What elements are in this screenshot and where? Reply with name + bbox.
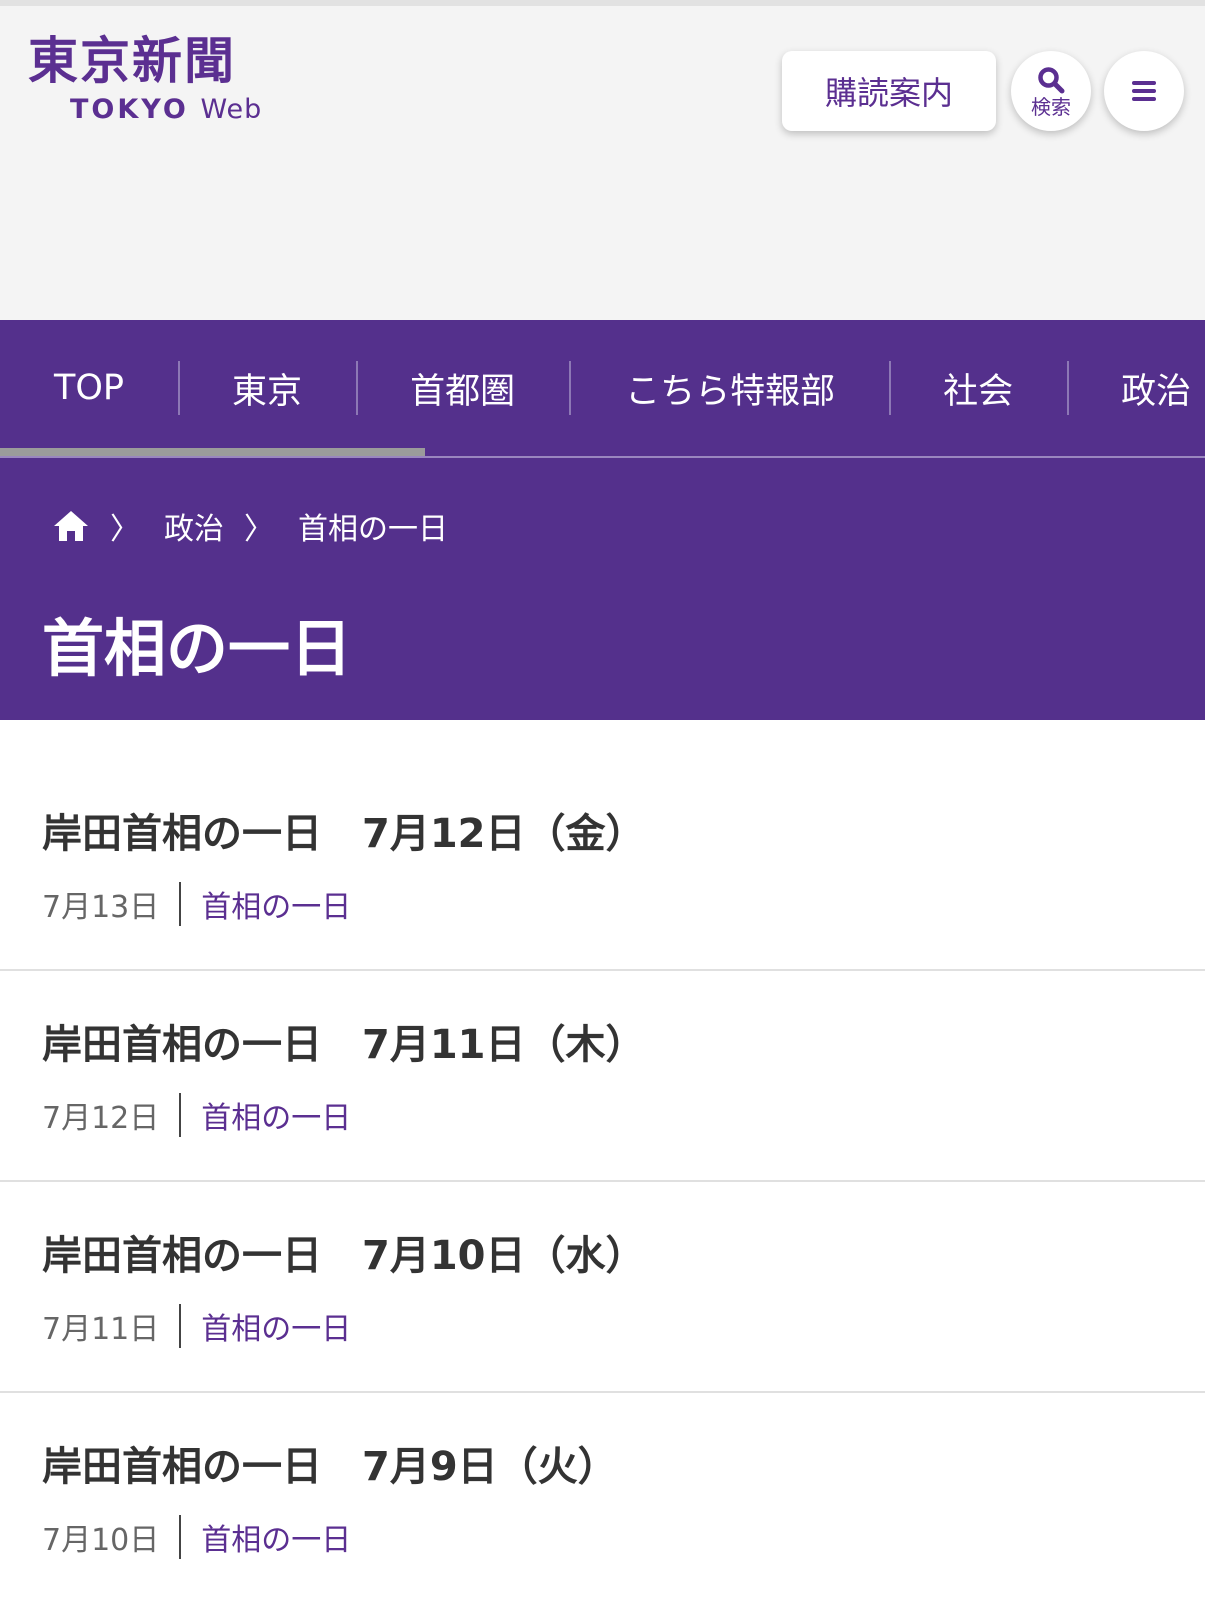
logo-sub-bold: TOKYO <box>70 94 189 125</box>
meta-divider <box>179 882 182 926</box>
logo-sub-light: Web <box>200 94 263 125</box>
search-icon <box>1038 67 1065 94</box>
article-date: 7月10日 <box>42 1523 160 1558</box>
breadcrumb-item-current: 首相の一日 <box>298 512 448 547</box>
meta-divider <box>179 1515 182 1559</box>
nav-item-shutoken[interactable]: 首都圏 <box>358 363 569 414</box>
article-date: 7月13日 <box>42 890 160 925</box>
nav-item-shakai[interactable]: 社会 <box>891 363 1067 414</box>
home-icon[interactable] <box>52 509 90 543</box>
subscribe-button[interactable]: 購読案内 <box>782 51 996 131</box>
menu-button[interactable] <box>1104 51 1184 131</box>
article-meta: 7月12日 首相の一日 <box>42 1093 1205 1137</box>
article-date: 7月12日 <box>42 1101 160 1136</box>
nav-item-tokyo[interactable]: 東京 <box>180 363 356 414</box>
hamburger-icon <box>1132 81 1156 101</box>
article-date: 7月11日 <box>42 1312 160 1347</box>
article-meta: 7月10日 首相の一日 <box>42 1515 1205 1559</box>
nav-items: TOP 東京 首都圏 こちら特報部 社会 政治 <box>0 360 1191 416</box>
article-title[interactable]: 岸田首相の一日 7月11日（木） <box>42 1021 1205 1069</box>
breadcrumb-item-politics[interactable]: 政治 <box>164 504 224 548</box>
list-item: 岸田首相の一日 7月10日（水） 7月11日 首相の一日 <box>0 1182 1205 1393</box>
article-title[interactable]: 岸田首相の一日 7月12日（金） <box>42 810 1205 858</box>
logo-kanji: 東京新聞 <box>28 31 236 90</box>
list-item: 岸田首相の一日 7月11日（木） 7月12日 首相の一日 <box>0 971 1205 1182</box>
article-category[interactable]: 首相の一日 <box>201 1093 351 1137</box>
search-label: 検索 <box>1031 95 1071 119</box>
article-category[interactable]: 首相の一日 <box>201 882 351 926</box>
site-header: 東京新聞 TOKYO Web 購読案内 検索 <box>0 0 1205 320</box>
active-tab-indicator <box>0 448 425 456</box>
page-title: 首相の一日 <box>42 612 353 685</box>
page-hero: 〉 政治 〉 首相の一日 首相の一日 <box>0 458 1205 720</box>
breadcrumb: 〉 政治 〉 首相の一日 <box>52 504 448 548</box>
article-meta: 7月13日 首相の一日 <box>42 882 1205 926</box>
category-nav: TOP 東京 首都圏 こちら特報部 社会 政治 <box>0 320 1205 458</box>
article-title[interactable]: 岸田首相の一日 7月10日（水） <box>42 1232 1205 1280</box>
article-category[interactable]: 首相の一日 <box>201 1515 351 1559</box>
article-title[interactable]: 岸田首相の一日 7月9日（火） <box>42 1443 1205 1491</box>
search-button[interactable]: 検索 <box>1011 51 1091 131</box>
breadcrumb-chevron-icon: 〉 <box>244 512 274 547</box>
list-item: 岸田首相の一日 7月9日（火） 7月10日 首相の一日 <box>0 1393 1205 1604</box>
meta-divider <box>179 1304 182 1348</box>
article-category[interactable]: 首相の一日 <box>201 1304 351 1348</box>
article-meta: 7月11日 首相の一日 <box>42 1304 1205 1348</box>
article-list: 岸田首相の一日 7月12日（金） 7月13日 首相の一日 岸田首相の一日 7月1… <box>0 760 1205 1604</box>
site-logo[interactable]: 東京新聞 TOKYO Web <box>28 31 308 126</box>
logo-subtitle: TOKYO Web <box>28 94 308 125</box>
nav-item-tokuhobu[interactable]: こちら特報部 <box>571 363 889 414</box>
breadcrumb-chevron-icon: 〉 <box>110 512 140 547</box>
list-item: 岸田首相の一日 7月12日（金） 7月13日 首相の一日 <box>0 760 1205 971</box>
meta-divider <box>179 1093 182 1137</box>
nav-item-top[interactable]: TOP <box>0 368 178 408</box>
nav-item-seiji[interactable]: 政治 <box>1069 363 1191 414</box>
